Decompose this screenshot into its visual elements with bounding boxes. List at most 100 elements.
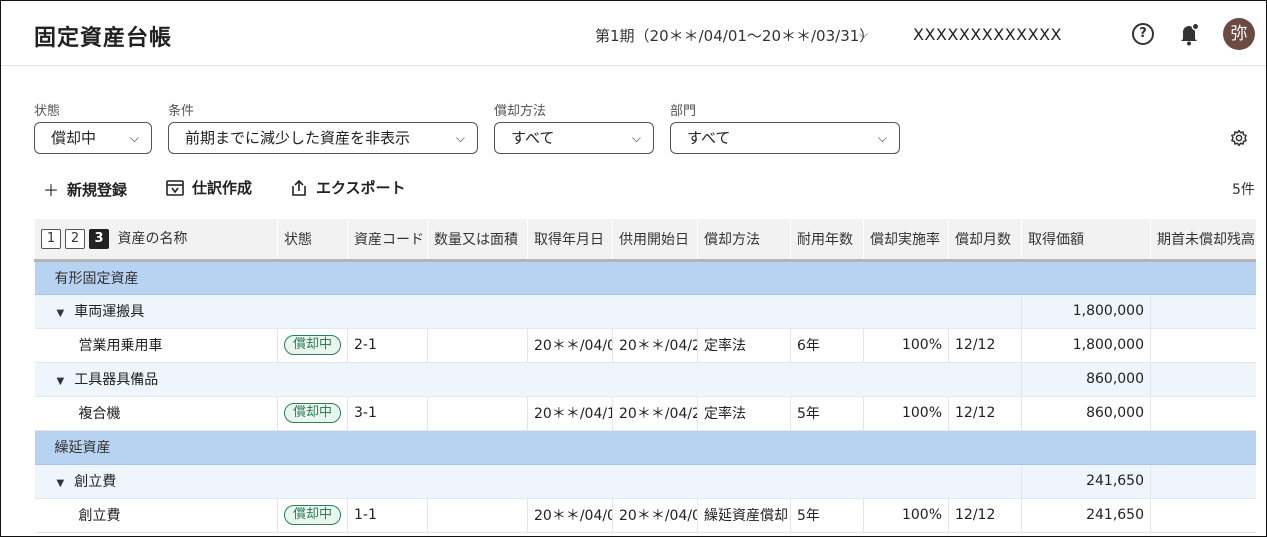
chevron-down-icon: ⌵ <box>455 131 465 145</box>
subgroup-name-cell: ▼ 創立費 <box>34 464 1022 499</box>
department-filter-label: 部門 <box>670 104 697 119</box>
level-2-button[interactable]: 2 <box>65 229 85 250</box>
triangle-down-icon[interactable]: ▼ <box>57 308 65 319</box>
status-badge: 償却中 <box>284 505 342 525</box>
table-row[interactable]: 創立費 償却中 1-1 20＊＊/04/01 20＊＊/04/01 繰延資産償却… <box>34 498 1256 533</box>
column-header-quantity[interactable]: 数量又は面積 <box>427 219 528 262</box>
record-count: 5件 <box>1232 182 1255 198</box>
subgroup-name-cell: ▼ 車両運搬具 <box>34 294 1022 329</box>
chevron-down-icon: ⌵ <box>129 131 139 145</box>
condition-filter-value: 前期までに減少した資産を非表示 <box>185 129 411 147</box>
asset-method: 繰延資産償却 <box>697 498 791 533</box>
asset-opening <box>1150 396 1256 431</box>
journal-icon <box>166 179 184 196</box>
new-asset-button[interactable]: ＋ 新規登録 <box>43 177 127 201</box>
group-row[interactable]: 有形固定資産 <box>34 260 1256 295</box>
subgroup-row[interactable]: ▼ 工具器具備品 860,000 <box>34 362 1256 397</box>
triangle-down-icon[interactable]: ▼ <box>57 478 65 489</box>
subgroup-total: 241,650 <box>1021 464 1151 499</box>
subgroup-name: 車両運搬具 <box>74 304 145 320</box>
asset-acquired: 20＊＊/04/05 <box>527 328 613 363</box>
status-badge: 償却中 <box>284 403 342 423</box>
condition-filter-label: 条件 <box>168 104 195 119</box>
asset-cost: 241,650 <box>1021 498 1151 533</box>
subgroup-row[interactable]: ▼ 車両運搬具 1,800,000 <box>34 294 1256 329</box>
asset-quantity <box>427 498 528 533</box>
help-icon[interactable]: ? <box>1132 23 1154 45</box>
asset-start: 20＊＊/04/20 <box>612 328 698 363</box>
app-window: 固定資産台帳 第1期（20＊＊/04/01〜20＊＊/03/31） ⌵ XXXX… <box>0 0 1267 537</box>
export-label: エクスポート <box>316 179 406 197</box>
asset-code: 1-1 <box>347 498 428 533</box>
column-header-acquired[interactable]: 取得年月日 <box>527 219 613 262</box>
level-3-button[interactable]: 3 <box>89 229 109 250</box>
asset-life: 5年 <box>790 498 864 533</box>
avatar[interactable]: 弥 <box>1223 18 1255 50</box>
subgroup-opening <box>1150 362 1256 397</box>
asset-status-cell: 償却中 <box>277 396 348 431</box>
page-title: 固定資産台帳 <box>34 26 173 51</box>
subgroup-opening <box>1150 294 1256 329</box>
company-name[interactable]: XXXXXXXXXXXXX <box>913 25 1062 44</box>
column-header-code[interactable]: 資産コード <box>347 219 428 262</box>
asset-rate: 100% <box>863 396 949 431</box>
column-header-rate[interactable]: 償却実施率 <box>863 219 949 262</box>
asset-name: 複合機 <box>34 396 278 431</box>
asset-cost: 1,800,000 <box>1021 328 1151 363</box>
table-row[interactable]: 複合機 償却中 3-1 20＊＊/04/15 20＊＊/04/20 定率法 5年… <box>34 396 1256 431</box>
method-filter-select[interactable]: すべて ⌵ <box>494 122 654 154</box>
bell-icon[interactable] <box>1178 22 1200 46</box>
export-button[interactable]: エクスポート <box>290 177 406 198</box>
column-header-status[interactable]: 状態 <box>277 219 348 262</box>
column-header-opening[interactable]: 期首未償却残高 <box>1150 219 1256 262</box>
asset-quantity <box>427 328 528 363</box>
status-badge: 償却中 <box>284 335 342 355</box>
status-filter-label: 状態 <box>34 104 61 119</box>
asset-life: 5年 <box>790 396 864 431</box>
status-filter-value: 償却中 <box>51 129 97 147</box>
asset-opening <box>1150 328 1256 363</box>
table-row[interactable]: 営業用乗用車 償却中 2-1 20＊＊/04/05 20＊＊/04/20 定率法… <box>34 328 1256 363</box>
chevron-down-icon: ⌵ <box>877 131 887 145</box>
department-filter-select[interactable]: すべて ⌵ <box>670 122 900 154</box>
column-header-life[interactable]: 耐用年数 <box>790 219 864 262</box>
asset-months: 12/12 <box>948 328 1022 363</box>
subgroup-name: 工具器具備品 <box>74 372 159 388</box>
asset-months: 12/12 <box>948 498 1022 533</box>
status-filter-select[interactable]: 償却中 ⌵ <box>34 122 152 154</box>
fiscal-period-selector[interactable]: 第1期（20＊＊/04/01〜20＊＊/03/31） <box>595 25 874 46</box>
asset-rate: 100% <box>863 498 949 533</box>
condition-filter-select[interactable]: 前期までに減少した資産を非表示 ⌵ <box>168 122 478 154</box>
asset-code: 2-1 <box>347 328 428 363</box>
export-icon <box>292 179 306 196</box>
new-asset-label: 新規登録 <box>67 180 128 199</box>
asset-opening <box>1150 498 1256 533</box>
plus-icon: ＋ <box>43 181 60 200</box>
column-header-label: 資産の名称 <box>117 231 188 248</box>
asset-acquired: 20＊＊/04/15 <box>527 396 613 431</box>
create-journal-button[interactable]: 仕訳作成 <box>166 177 252 198</box>
group-row[interactable]: 繰延資産 <box>34 430 1256 465</box>
method-filter-value: すべて <box>511 129 555 147</box>
asset-months: 12/12 <box>948 396 1022 431</box>
triangle-down-icon[interactable]: ▼ <box>57 376 65 387</box>
asset-start: 20＊＊/04/01 <box>612 498 698 533</box>
asset-method: 定率法 <box>697 328 791 363</box>
app-header: 固定資産台帳 第1期（20＊＊/04/01〜20＊＊/03/31） ⌵ XXXX… <box>1 1 1266 66</box>
subgroup-row[interactable]: ▼ 創立費 241,650 <box>34 464 1256 499</box>
asset-status-cell: 償却中 <box>277 498 348 533</box>
chevron-down-icon[interactable]: ⌵ <box>859 27 868 42</box>
table-header-row: 1 2 3 資産の名称 状態 資産コード 数量又は面積 取得年月日 供用開始日 … <box>34 219 1256 262</box>
column-header-method[interactable]: 償却方法 <box>697 219 791 262</box>
outline-level-switcher: 1 2 3 <box>41 229 109 250</box>
subgroup-total: 860,000 <box>1021 362 1151 397</box>
gear-icon[interactable] <box>1230 129 1248 147</box>
asset-acquired: 20＊＊/04/01 <box>527 498 613 533</box>
asset-name: 営業用乗用車 <box>34 328 278 363</box>
column-header-name[interactable]: 1 2 3 資産の名称 <box>34 219 278 262</box>
column-header-cost[interactable]: 取得価額 <box>1021 219 1151 262</box>
level-1-button[interactable]: 1 <box>41 229 61 250</box>
method-filter-label: 償却方法 <box>494 104 547 119</box>
column-header-months[interactable]: 償却月数 <box>948 219 1022 262</box>
column-header-start[interactable]: 供用開始日 <box>612 219 698 262</box>
